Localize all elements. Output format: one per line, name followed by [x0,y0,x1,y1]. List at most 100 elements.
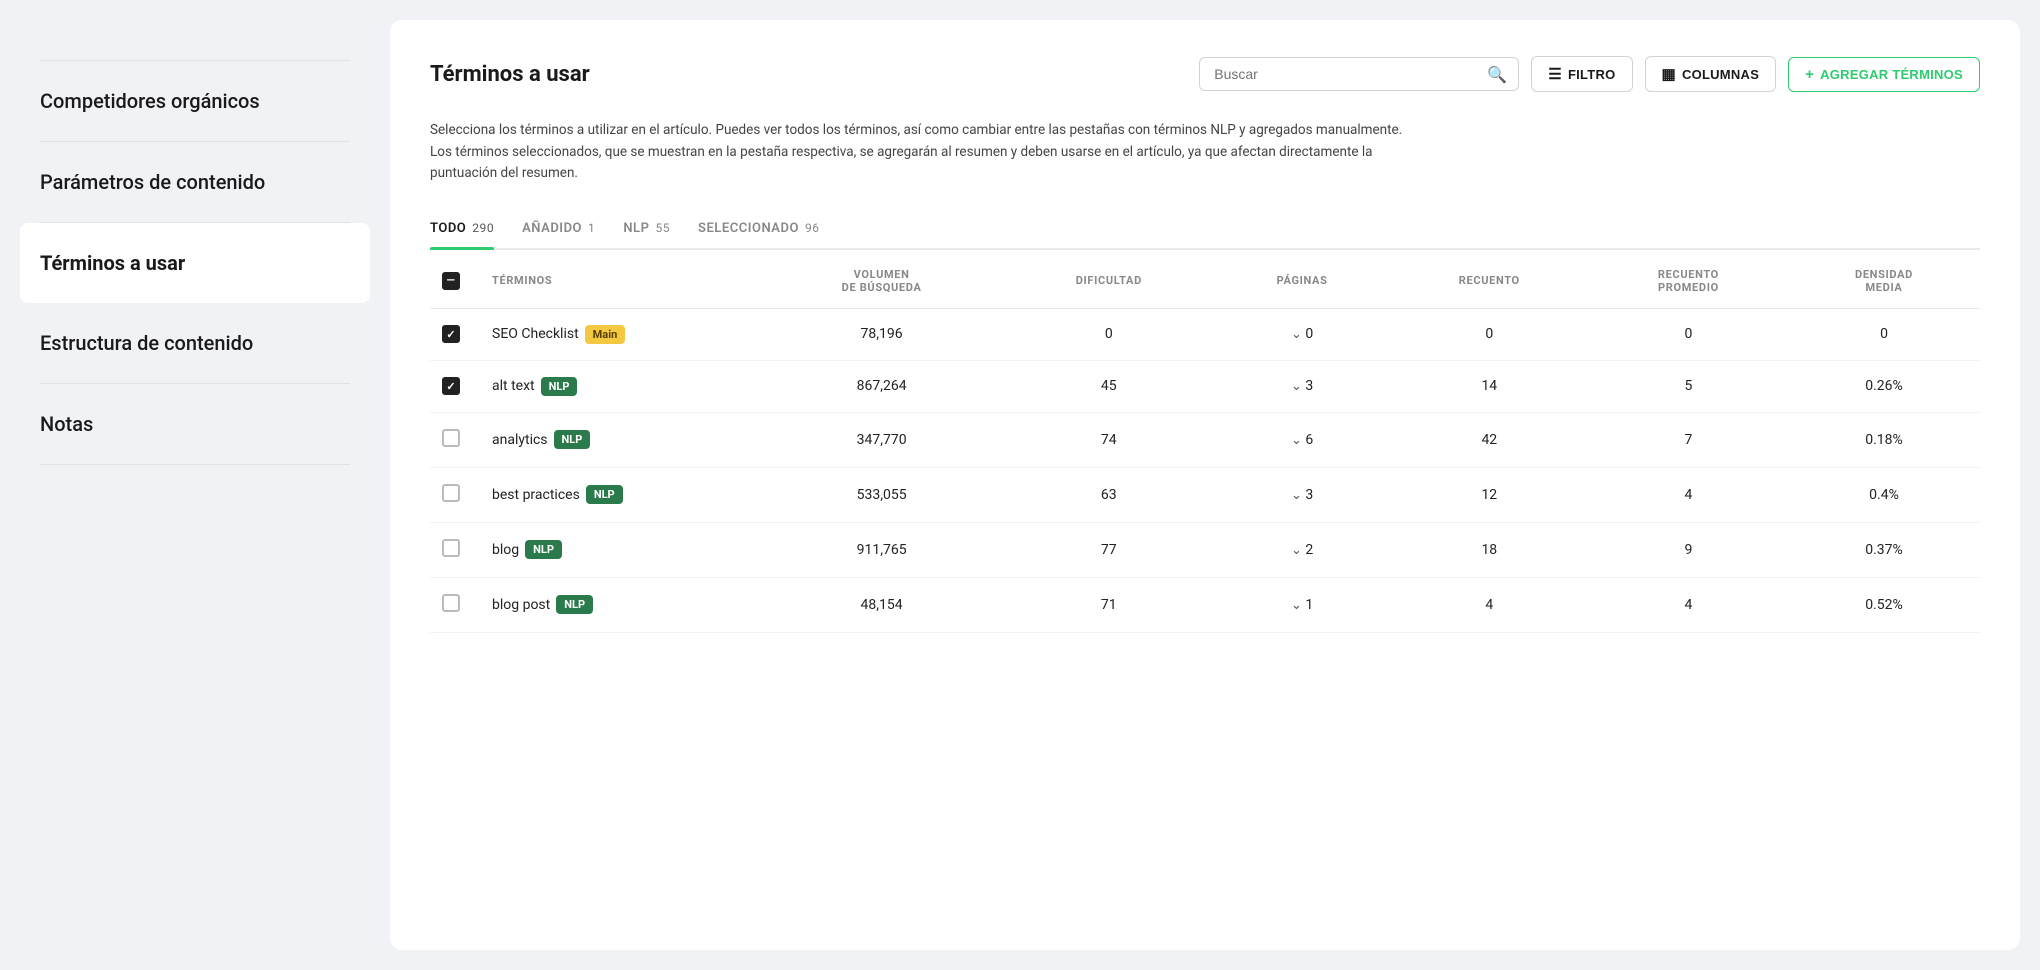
cell-volumen: 48,154 [760,577,1003,632]
tab-label: TODO [430,221,466,236]
search-icon: 🔍 [1487,65,1507,84]
cell-paginas: ⌄ 0 [1214,308,1389,360]
tab-todo[interactable]: TODO 290 [430,213,494,248]
cell-densidad_media: 0.26% [1788,360,1980,412]
sidebar-item-terminos-a-usar[interactable]: Términos a usar [20,223,370,303]
sidebar: Competidores orgánicosParámetros de cont… [0,0,390,970]
row-checkbox[interactable] [442,539,460,557]
cell-recuento: 42 [1390,412,1589,467]
term-badge: NLP [554,430,591,449]
header-controls: 🔍 ☰ FILTRO ▦ COLUMNAS + AGREGAR TÉRMINOS [1199,56,1980,92]
term-name: alt text [492,378,535,394]
plus-icon: + [1805,66,1814,83]
tab-count: 55 [655,221,670,235]
col-header-terminos: TÉRMINOS [480,250,760,309]
cell-dificultad: 74 [1003,412,1214,467]
cell-paginas: ⌄ 6 [1214,412,1389,467]
cell-recuento_promedio: 9 [1589,522,1788,577]
columns-icon: ▦ [1662,65,1676,83]
sidebar-item-notas[interactable]: Notas [40,384,350,465]
cell-volumen: 533,055 [760,467,1003,522]
row-checkbox[interactable] [442,594,460,612]
row-checkbox-cell [430,522,480,577]
cell-recuento: 0 [1390,308,1589,360]
tab-anadido[interactable]: AÑADIDO 1 [522,213,595,248]
term-badge: NLP [586,485,623,504]
cell-paginas: ⌄ 1 [1214,577,1389,632]
cell-dificultad: 45 [1003,360,1214,412]
term-name-cell: analyticsNLP [480,412,760,467]
pages-chevron-icon[interactable]: ⌄ [1291,598,1302,613]
term-name: SEO Checklist [492,326,579,342]
table-row: analyticsNLP347,77074⌄ 64270.18% [430,412,1980,467]
sidebar-item-parametros-de-contenido[interactable]: Parámetros de contenido [40,142,350,223]
tab-label: AÑADIDO [522,221,582,236]
cell-densidad_media: 0.18% [1788,412,1980,467]
table-row: best practicesNLP533,05563⌄ 31240.4% [430,467,1980,522]
row-checkbox[interactable] [442,484,460,502]
term-name: blog [492,542,519,558]
tabs-row: TODO 290 AÑADIDO 1 NLP 55 SELECCIONADO 96 [430,213,1980,250]
cell-recuento_promedio: 4 [1589,467,1788,522]
sidebar-item-label: Términos a usar [40,251,185,275]
row-checkbox-cell [430,412,480,467]
cell-recuento: 4 [1390,577,1589,632]
main-content: Términos a usar 🔍 ☰ FILTRO ▦ COLUMNAS + … [390,20,2020,950]
cell-densidad_media: 0 [1788,308,1980,360]
tab-count: 1 [588,221,595,235]
columns-button[interactable]: ▦ COLUMNAS [1645,56,1777,92]
term-badge: NLP [541,377,578,396]
cell-recuento: 12 [1390,467,1589,522]
row-checkbox-cell [430,308,480,360]
pages-chevron-icon[interactable]: ⌄ [1291,543,1302,558]
row-checkbox-cell [430,467,480,522]
cell-paginas: ⌄ 2 [1214,522,1389,577]
sidebar-item-estructura-de-contenido[interactable]: Estructura de contenido [40,303,350,384]
col-header-volumen: VOLUMENDE BÚSQUEDA [760,250,1003,309]
row-checkbox[interactable] [442,325,460,343]
table-row: blog postNLP48,15471⌄ 1440.52% [430,577,1980,632]
table-row: blogNLP911,76577⌄ 21890.37% [430,522,1980,577]
term-name-cell: blog post NLP [480,577,760,632]
cell-paginas: ⌄ 3 [1214,360,1389,412]
term-name-cell: alt text NLP [480,360,760,412]
search-input[interactable] [1199,57,1519,91]
term-name-cell: best practices NLP [480,467,760,522]
pages-chevron-icon[interactable]: ⌄ [1291,327,1302,342]
row-checkbox[interactable] [442,429,460,447]
cell-dificultad: 77 [1003,522,1214,577]
sidebar-item-label: Estructura de contenido [40,331,253,355]
term-name-cell: blogNLP [480,522,760,577]
pages-chevron-icon[interactable]: ⌄ [1291,488,1302,503]
table-row: alt textNLP867,26445⌄ 31450.26% [430,360,1980,412]
cell-recuento: 18 [1390,522,1589,577]
cell-volumen: 78,196 [760,308,1003,360]
tab-label: SELECCIONADO [698,221,799,236]
select-all-checkbox[interactable] [442,272,460,290]
cell-volumen: 347,770 [760,412,1003,467]
term-name: best practices [492,487,580,503]
filter-icon: ☰ [1548,65,1562,83]
col-header-densidad_media: DENSIDADMEDIA [1788,250,1980,309]
pages-chevron-icon[interactable]: ⌄ [1291,379,1302,394]
pages-chevron-icon[interactable]: ⌄ [1291,433,1302,448]
cell-dificultad: 63 [1003,467,1214,522]
sidebar-item-competidores-organicos[interactable]: Competidores orgánicos [40,60,350,142]
term-badge: NLP [556,595,593,614]
tab-nlp[interactable]: NLP 55 [623,213,670,248]
cell-recuento_promedio: 7 [1589,412,1788,467]
cell-dificultad: 71 [1003,577,1214,632]
row-checkbox[interactable] [442,377,460,395]
add-terms-button[interactable]: + AGREGAR TÉRMINOS [1788,57,1980,92]
col-header-paginas: PÁGINAS [1214,250,1389,309]
term-name-cell: SEO ChecklistMain [480,308,760,360]
row-checkbox-cell [430,577,480,632]
table-row: SEO ChecklistMain78,1960⌄ 0000 [430,308,1980,360]
tab-count: 96 [805,221,820,235]
tab-seleccionado[interactable]: SELECCIONADO 96 [698,213,820,248]
filter-button[interactable]: ☰ FILTRO [1531,56,1632,92]
cell-recuento: 14 [1390,360,1589,412]
term-name: blog post [492,597,550,613]
description-text: Selecciona los términos a utilizar en el… [430,120,1410,185]
sidebar-item-label: Notas [40,412,93,436]
